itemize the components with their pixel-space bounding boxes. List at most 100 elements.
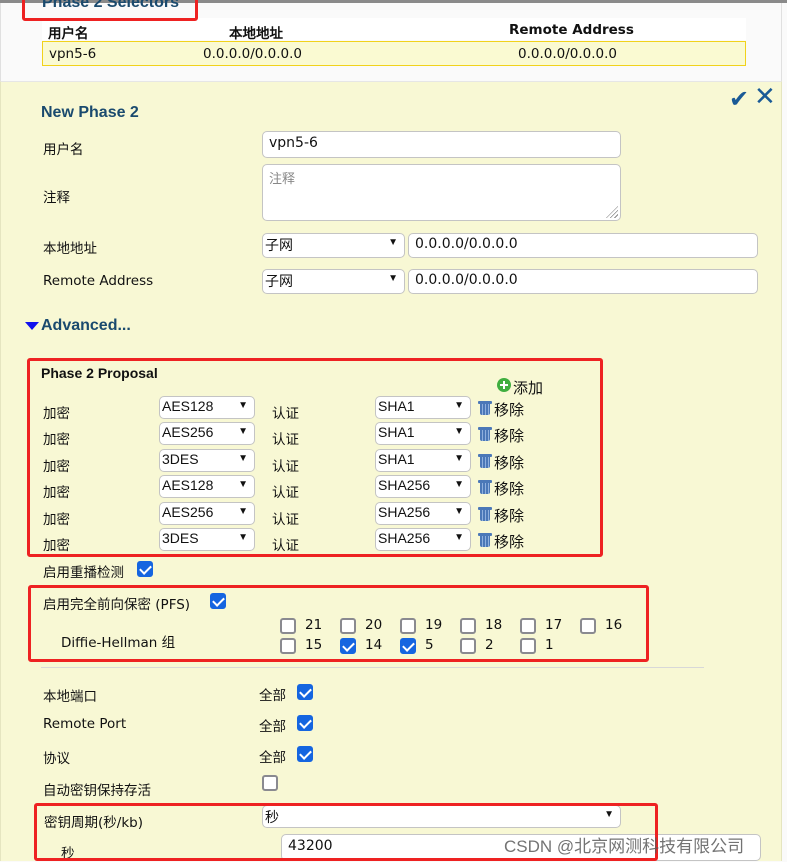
dropdown-arrow-icon: ▼ xyxy=(454,506,464,517)
auth-label: 认证 xyxy=(272,485,299,501)
dropdown-arrow-icon: ▼ xyxy=(454,532,464,543)
local-type-value: 子网 xyxy=(265,237,293,253)
pfs-label: 启用完全前向保密 (PFS) xyxy=(43,597,191,613)
trash-icon[interactable] xyxy=(478,400,492,415)
auth-value: SHA1 xyxy=(378,451,415,467)
dh-group-checkbox[interactable] xyxy=(460,638,476,654)
dh-group-value: 2 xyxy=(485,637,494,653)
protocol-all-checkbox[interactable] xyxy=(297,746,313,762)
remove-proposal-button[interactable]: 移除 xyxy=(494,452,524,473)
add-plus-icon[interactable] xyxy=(497,378,511,392)
encryption-label: 加密 xyxy=(43,406,70,422)
auth-select[interactable]: SHA1 ▼ xyxy=(375,422,471,445)
dh-group-value: 15 xyxy=(305,637,323,653)
triangle-down-icon[interactable] xyxy=(25,322,39,330)
remote-address-type-select[interactable]: 子网 ▼ xyxy=(262,269,405,294)
col-username: 用户名 xyxy=(48,26,89,42)
encryption-select[interactable]: AES256 ▼ xyxy=(159,422,255,445)
auth-value: SHA256 xyxy=(378,477,431,493)
encryption-label: 加密 xyxy=(43,512,70,528)
encryption-label: 加密 xyxy=(43,432,70,448)
key-lifetime-unit-select[interactable]: 秒 ▼ xyxy=(262,805,621,828)
dh-group-label: Diffie-Hellman 组 xyxy=(61,635,176,651)
remove-proposal-button[interactable]: 移除 xyxy=(494,531,524,552)
remove-proposal-button[interactable]: 移除 xyxy=(494,478,524,499)
autokey-keepalive-checkbox[interactable] xyxy=(262,775,278,791)
dh-group-value: 18 xyxy=(485,617,503,633)
dh-group-value: 16 xyxy=(605,617,623,633)
encryption-value: AES128 xyxy=(162,398,214,414)
dh-group-checkbox[interactable] xyxy=(580,618,596,634)
auth-select[interactable]: SHA1 ▼ xyxy=(375,449,471,472)
save-check-icon[interactable]: ✔ xyxy=(729,85,749,113)
dh-group-checkbox[interactable] xyxy=(520,618,536,634)
encryption-select[interactable]: 3DES ▼ xyxy=(159,449,255,472)
auth-value: SHA256 xyxy=(378,530,431,546)
auth-label: 认证 xyxy=(272,538,299,554)
selector-row[interactable]: vpn5-6 0.0.0.0/0.0.0.0 0.0.0.0/0.0.0.0 xyxy=(42,41,746,66)
encryption-select[interactable]: AES128 ▼ xyxy=(159,396,255,419)
dh-group-value: 17 xyxy=(545,617,563,633)
selectors-title: Phase 2 Selectors xyxy=(42,0,179,11)
auth-select[interactable]: SHA256 ▼ xyxy=(375,528,471,551)
row-local-address: 0.0.0.0/0.0.0.0 xyxy=(203,46,303,62)
dh-group-checkbox[interactable] xyxy=(280,638,296,654)
phase2-selectors-panel: Phase 2 Selectors 用户名 本地地址 Remote Addres… xyxy=(0,0,782,81)
trash-icon[interactable] xyxy=(478,479,492,494)
encryption-label: 加密 xyxy=(43,538,70,554)
username-input[interactable]: vpn5-6 xyxy=(262,131,621,158)
auth-label: 认证 xyxy=(272,432,299,448)
comment-textarea[interactable]: 注释 xyxy=(262,164,621,221)
resize-grip-icon[interactable] xyxy=(606,206,618,218)
auth-value: SHA1 xyxy=(378,398,415,414)
dh-group-checkbox[interactable] xyxy=(460,618,476,634)
encryption-value: 3DES xyxy=(162,530,199,546)
proposal-title: Phase 2 Proposal xyxy=(41,365,158,381)
trash-icon[interactable] xyxy=(478,453,492,468)
remove-proposal-button[interactable]: 移除 xyxy=(494,425,524,446)
dh-group-checkbox[interactable] xyxy=(400,638,416,654)
auth-label: 认证 xyxy=(272,406,299,422)
trash-icon[interactable] xyxy=(478,532,492,547)
remove-proposal-button[interactable]: 移除 xyxy=(494,505,524,526)
protocol-all-label: 全部 xyxy=(259,750,286,766)
local-address-type-select[interactable]: 子网 ▼ xyxy=(262,233,405,258)
auth-select[interactable]: SHA256 ▼ xyxy=(375,475,471,498)
remote-address-input[interactable]: 0.0.0.0/0.0.0.0 xyxy=(408,269,758,294)
local-port-all-label: 全部 xyxy=(259,688,286,704)
advanced-toggle[interactable]: Advanced... xyxy=(41,317,131,335)
encryption-select[interactable]: AES128 ▼ xyxy=(159,475,255,498)
remote-port-all-label: 全部 xyxy=(259,719,286,735)
trash-icon[interactable] xyxy=(478,506,492,521)
replay-checkbox[interactable] xyxy=(137,561,153,577)
selectors-table-header xyxy=(42,18,746,40)
dh-group-checkbox[interactable] xyxy=(340,638,356,654)
dropdown-arrow-icon: ▼ xyxy=(604,809,614,820)
dh-group-checkbox[interactable] xyxy=(520,638,536,654)
remote-port-all-checkbox[interactable] xyxy=(297,715,313,731)
dh-group-value: 21 xyxy=(305,617,323,633)
col-local-address: 本地地址 xyxy=(229,26,283,42)
pfs-checkbox[interactable] xyxy=(210,593,226,609)
comment-placeholder: 注释 xyxy=(269,172,296,187)
auth-label: 认证 xyxy=(272,459,299,475)
add-proposal-button[interactable]: 添加 xyxy=(513,377,543,398)
cancel-close-icon[interactable]: ✕ xyxy=(754,82,776,112)
encryption-select[interactable]: AES256 ▼ xyxy=(159,502,255,525)
dropdown-arrow-icon: ▼ xyxy=(454,426,464,437)
encryption-select[interactable]: 3DES ▼ xyxy=(159,528,255,551)
remove-proposal-button[interactable]: 移除 xyxy=(494,399,524,420)
local-port-all-checkbox[interactable] xyxy=(297,684,313,700)
dropdown-arrow-icon: ▼ xyxy=(238,453,248,464)
auth-select[interactable]: SHA1 ▼ xyxy=(375,396,471,419)
auth-select[interactable]: SHA256 ▼ xyxy=(375,502,471,525)
dh-group-checkbox[interactable] xyxy=(400,618,416,634)
encryption-value: AES256 xyxy=(162,424,214,440)
dh-group-checkbox[interactable] xyxy=(280,618,296,634)
dh-group-checkbox[interactable] xyxy=(340,618,356,634)
seconds-label: 秒 xyxy=(61,846,75,862)
local-address-input[interactable]: 0.0.0.0/0.0.0.0 xyxy=(408,233,758,258)
trash-icon[interactable] xyxy=(478,426,492,441)
encryption-label: 加密 xyxy=(43,459,70,475)
remote-type-value: 子网 xyxy=(265,273,293,289)
